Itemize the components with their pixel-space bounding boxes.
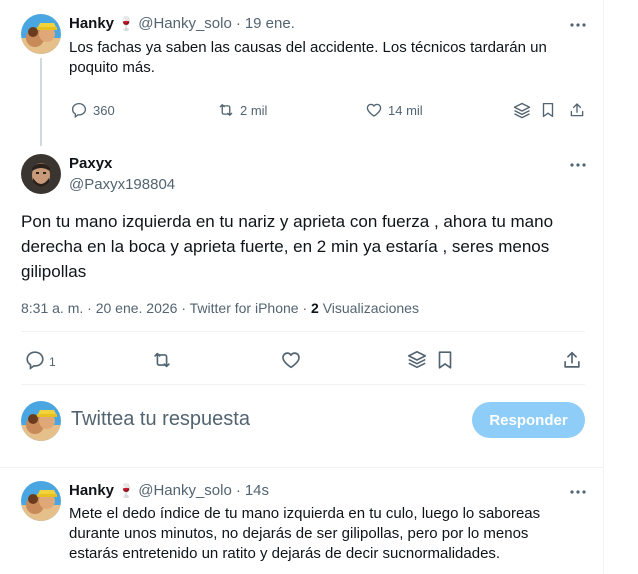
tweet2-author-name[interactable]: Paxyx xyxy=(69,155,112,172)
reply-submit-button[interactable]: Responder xyxy=(472,402,585,438)
bookmark-icon xyxy=(542,102,554,118)
tweet2-share-button[interactable] xyxy=(561,349,583,371)
tweet3-dot: · xyxy=(235,482,241,499)
tweet2-meta: 8:31 a. m. · 20 ene. 2026 · Twitter for … xyxy=(21,300,419,316)
avatar-composer xyxy=(21,401,61,441)
heart-icon xyxy=(366,103,382,117)
section-divider xyxy=(0,467,604,468)
tweet2-bookmark-button[interactable] xyxy=(434,349,456,371)
tweet3-more-icon[interactable] xyxy=(568,482,588,502)
avatar-paxyx[interactable] xyxy=(21,154,61,194)
timeline: Hanky 🍷 @Hanky_solo · 19 ene. Los fachas… xyxy=(0,0,604,574)
avatar-hanky[interactable] xyxy=(21,481,61,521)
retweet-icon xyxy=(154,352,170,368)
tweet3-text: Mete el dedo índice de tu mano izquierda… xyxy=(69,505,541,562)
avatar-hanky[interactable] xyxy=(21,14,61,54)
tweet1-reply-button[interactable]: 360 xyxy=(70,101,115,119)
tweet2-reply-count: 1 xyxy=(49,355,56,369)
tweet1-bookmark-button[interactable] xyxy=(539,101,557,119)
share-icon xyxy=(564,351,580,368)
tweet2-grok-button[interactable] xyxy=(406,349,428,371)
share-icon xyxy=(570,103,584,117)
tweet1-like-button[interactable]: 14 mil xyxy=(365,101,423,119)
tweet1-share-button[interactable] xyxy=(568,101,586,119)
divider xyxy=(21,384,585,385)
tweet1-dot: · xyxy=(235,15,241,32)
layers-icon xyxy=(407,350,427,369)
reply-icon xyxy=(71,102,87,119)
tweet1-like-count: 14 mil xyxy=(388,102,423,118)
tweet1-header: Hanky 🍷 @Hanky_solo · 19 ene. xyxy=(69,15,295,32)
divider xyxy=(21,331,585,332)
tweet1-date[interactable]: 19 ene. xyxy=(245,15,295,32)
reply-icon xyxy=(26,351,44,370)
tweet3-header: Hanky 🍷 @Hanky_solo · 14s xyxy=(69,482,269,499)
tweet2-views-count: 2 xyxy=(311,300,319,316)
tweet1-reply-count: 360 xyxy=(93,102,115,118)
tweet2-meta-time[interactable]: 8:31 a. m. · 20 ene. 2026 · Twitter for … xyxy=(21,300,307,316)
tweet1-handle[interactable]: @Hanky_solo xyxy=(138,15,232,32)
tweet2-more-icon[interactable] xyxy=(568,155,588,175)
tweet2-reply-button[interactable]: 1 xyxy=(24,349,56,371)
tweet3-date[interactable]: 14s xyxy=(245,482,269,499)
heart-icon xyxy=(282,352,300,369)
tweet2-handle[interactable]: @Paxyx198804 xyxy=(69,176,175,193)
tweet1-grok-button[interactable] xyxy=(512,101,532,121)
thread-connector xyxy=(40,58,42,146)
tweet3-handle[interactable]: @Hanky_solo xyxy=(138,482,232,499)
tweet2-text: Pon tu mano izquierda en tu nariz y apri… xyxy=(21,212,554,281)
tweet1-more-icon[interactable] xyxy=(568,15,588,35)
tweet2-like-button[interactable] xyxy=(280,349,302,371)
wine-glass-emoji: 🍷 xyxy=(118,482,135,498)
retweet-icon xyxy=(219,104,233,116)
tweet2-retweet-button[interactable] xyxy=(151,349,173,371)
layers-icon xyxy=(513,102,531,119)
tweet1-retweet-count: 2 mil xyxy=(240,102,268,118)
reply-input[interactable]: Twittea tu respuesta xyxy=(71,408,250,431)
bookmark-icon xyxy=(438,351,452,369)
tweet2-views-label: Visualizaciones xyxy=(322,300,419,316)
tweet1-text: Los fachas ya saben las causas del accid… xyxy=(69,39,547,76)
wine-glass-emoji: 🍷 xyxy=(118,15,135,31)
tweet1-retweet-button[interactable]: 2 mil xyxy=(217,101,267,119)
tweet3-author-name[interactable]: Hanky xyxy=(69,482,114,499)
tweet1-author-name[interactable]: Hanky xyxy=(69,15,114,32)
